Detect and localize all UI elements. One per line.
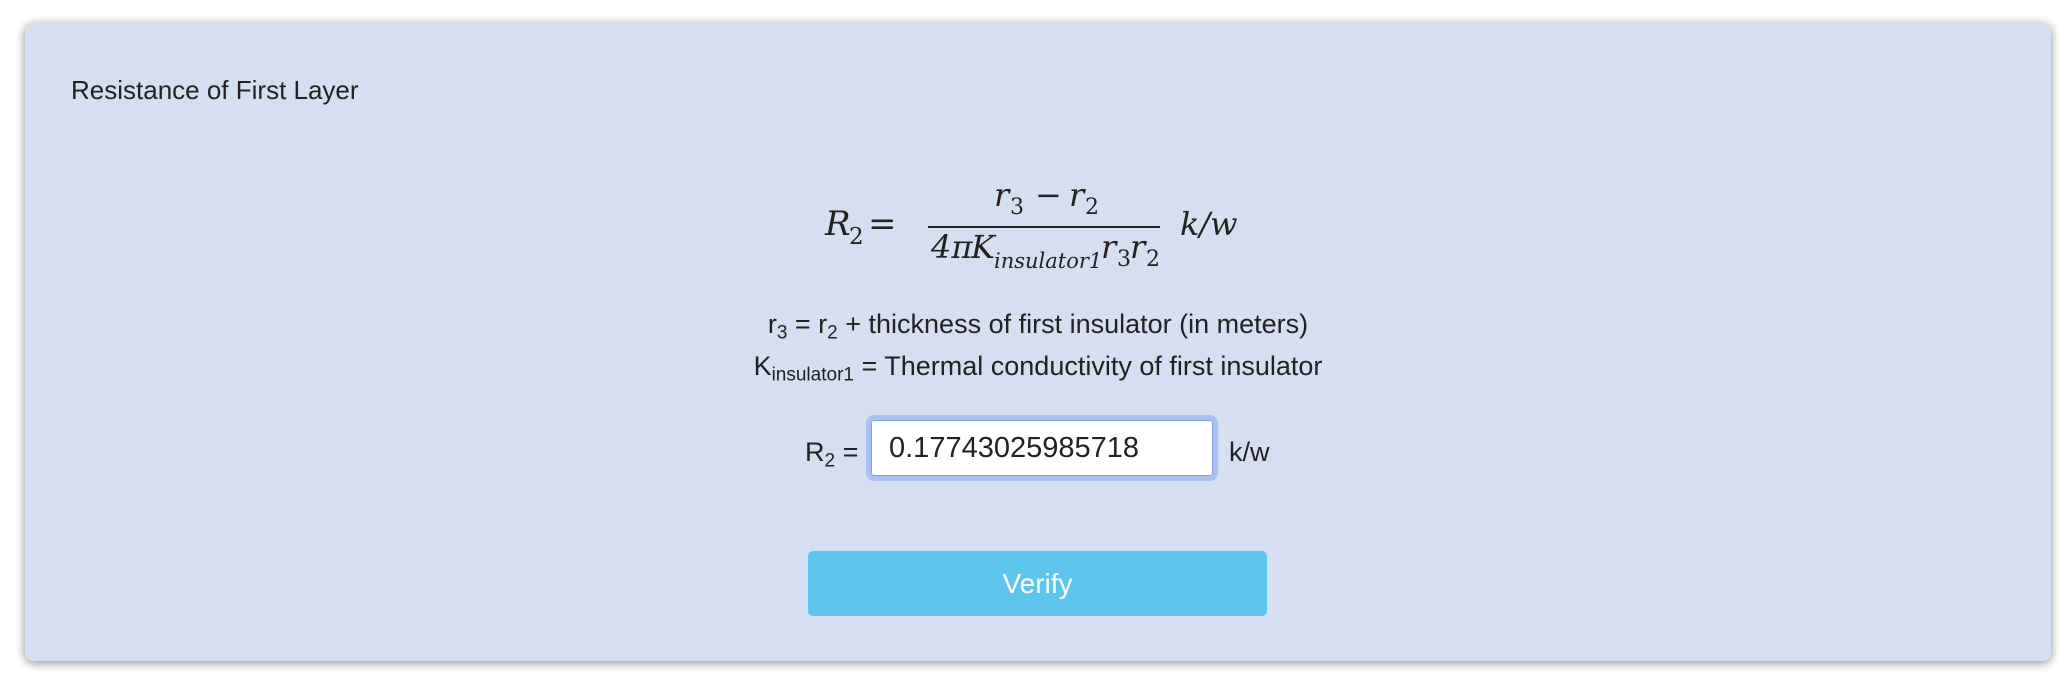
formula-num-r2: r — [1069, 176, 1086, 214]
answer-unit: k/w — [1229, 437, 1270, 467]
resistance-formula: R 2 = r 3 − r 2 4π K insulator1 r 3 r 2 — [25, 168, 2051, 283]
formula-den-r3-sub: 3 — [1117, 247, 1131, 272]
formula-unit: k/w — [1180, 205, 1238, 243]
formula-lhs-symbol: R — [824, 204, 851, 244]
formula-num-minus: − — [1035, 176, 1062, 214]
formula-den-k-sub: insulator1 — [994, 249, 1102, 273]
formula-den-k: K — [970, 228, 997, 266]
formula-den-r3: r — [1101, 228, 1118, 266]
resistance-card: Resistance of First Layer R 2 = r 3 − r … — [25, 23, 2051, 661]
definition-r3: r3 = r2 + thickness of first insulator (… — [767, 309, 1309, 344]
definition-k-insulator: Kinsulator1 = Thermal conductivity of fi… — [753, 351, 1323, 386]
formula-num-r3: r — [994, 176, 1011, 214]
formula-num-r2-sub: 2 — [1085, 195, 1099, 220]
formula-den-r2: r — [1130, 228, 1147, 266]
verify-button[interactable]: Verify — [808, 551, 1267, 616]
card-title: Resistance of First Layer — [71, 75, 359, 105]
formula-num-r3-sub: 3 — [1010, 195, 1024, 220]
formula-equals: = — [868, 204, 897, 244]
formula-den-coefficient: 4π — [930, 228, 973, 266]
answer-row: R2 = k/w — [25, 415, 2051, 485]
formula-lhs-subscript: 2 — [849, 224, 864, 250]
r2-answer-input[interactable] — [866, 415, 1218, 481]
formula-den-r2-sub: 2 — [1146, 247, 1160, 272]
answer-label: R2 = — [805, 437, 859, 472]
